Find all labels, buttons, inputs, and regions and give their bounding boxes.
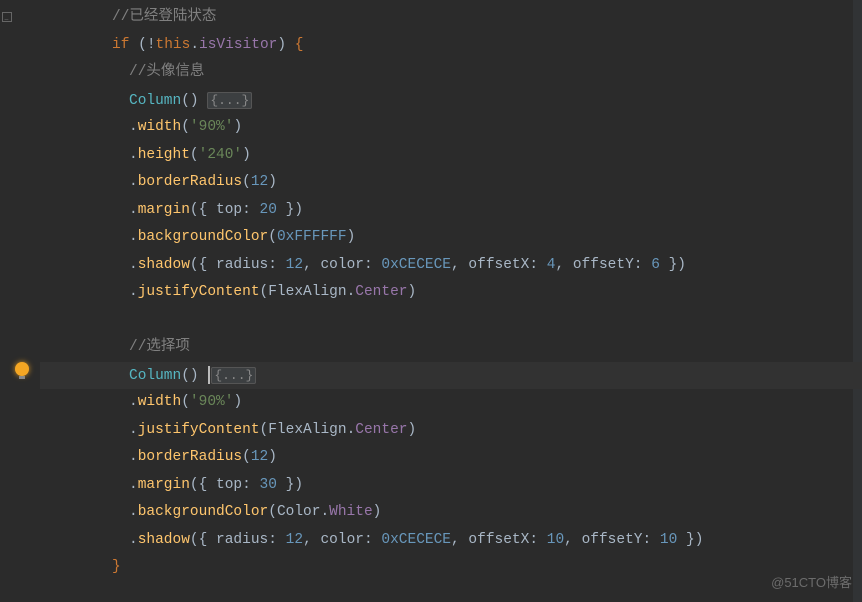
code-line: .width('90%') xyxy=(40,389,862,417)
code-editor[interactable]: //已经登陆状态 if (!this.isVisitor) { //头像信息 C… xyxy=(40,0,862,582)
fold-placeholder[interactable]: {...} xyxy=(207,92,252,109)
code-line: .shadow({ radius: 12, color: 0xCECECE, o… xyxy=(40,252,862,280)
code-line: .borderRadius(12) xyxy=(40,444,862,472)
code-line: .height('240') xyxy=(40,142,862,170)
code-line: //头像信息 xyxy=(40,59,862,87)
code-line: .margin({ top: 20 }) xyxy=(40,197,862,225)
code-line: .backgroundColor(Color.White) xyxy=(40,499,862,527)
code-line: .margin({ top: 30 }) xyxy=(40,472,862,500)
watermark: @51CTO博客 xyxy=(771,569,852,597)
code-line: .justifyContent(FlexAlign.Center) xyxy=(40,417,862,445)
fold-toggle-icon[interactable] xyxy=(2,12,12,22)
code-line xyxy=(40,307,862,335)
fold-placeholder[interactable]: {...} xyxy=(211,367,256,384)
code-line: } xyxy=(40,554,862,582)
gutter xyxy=(0,0,40,602)
code-line: .shadow({ radius: 12, color: 0xCECECE, o… xyxy=(40,527,862,555)
code-line: //选择项 xyxy=(40,334,862,362)
code-line: .width('90%') xyxy=(40,114,862,142)
intention-bulb-icon[interactable] xyxy=(15,362,29,376)
code-line: //已经登陆状态 xyxy=(40,4,862,32)
code-line: .justifyContent(FlexAlign.Center) xyxy=(40,279,862,307)
code-line: .backgroundColor(0xFFFFFF) xyxy=(40,224,862,252)
code-line: .borderRadius(12) xyxy=(40,169,862,197)
code-line: Column() {...} xyxy=(40,87,862,115)
code-line-current: Column() {...} xyxy=(40,362,862,390)
code-line: if (!this.isVisitor) { xyxy=(40,32,862,60)
comment: //已经登陆状态 xyxy=(112,9,216,25)
